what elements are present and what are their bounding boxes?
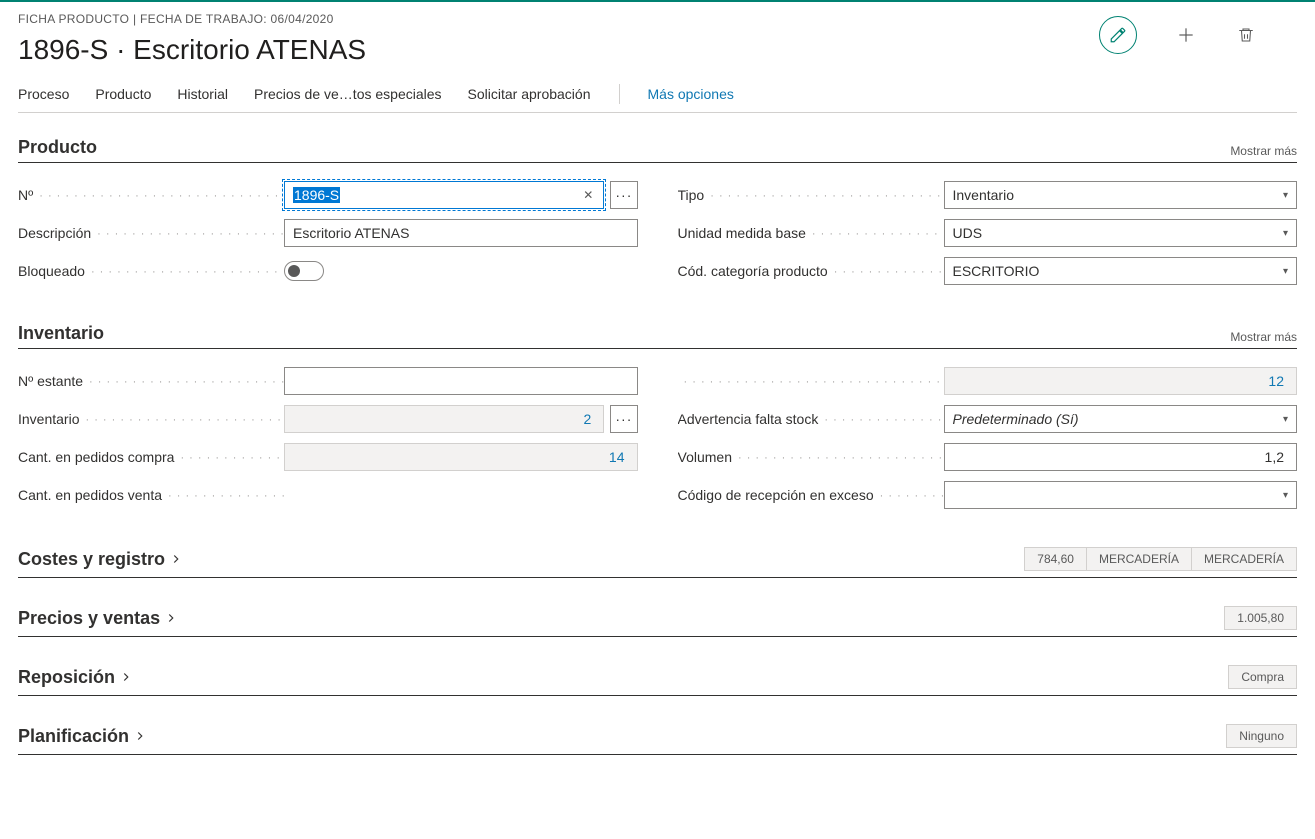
select-um-base[interactable]: UDS ▾: [944, 219, 1298, 247]
chevron-right-icon: [133, 729, 147, 743]
chevron-down-icon: ▾: [1283, 190, 1288, 201]
select-tipo[interactable]: Inventario ▾: [944, 181, 1298, 209]
label-bloqueado: Bloqueado: [18, 263, 284, 279]
readonly-inventario[interactable]: 2: [284, 405, 604, 433]
badge-reposicion-1: Compra: [1228, 665, 1297, 689]
toggle-bloqueado[interactable]: [284, 261, 324, 281]
action-tabs: Proceso Producto Historial Precios de ve…: [18, 84, 1297, 113]
lookup-button-inventario[interactable]: ···: [610, 405, 637, 433]
chevron-down-icon: ▾: [1283, 490, 1288, 501]
label-recepcion-exceso: Código de recepción en exceso: [678, 487, 944, 503]
label-descripcion: Descripción: [18, 225, 284, 241]
plus-icon: [1176, 25, 1196, 45]
label-tipo: Tipo: [678, 187, 944, 203]
tab-producto[interactable]: Producto: [95, 86, 151, 102]
label-pedidos-venta: Cant. en pedidos venta: [18, 487, 284, 503]
badge-costes-2: MERCADERÍA: [1087, 547, 1192, 571]
label-pedidos-compra: Cant. en pedidos compra: [18, 449, 284, 465]
select-advertencia-stock[interactable]: Predeterminado (Sí) ▾: [944, 405, 1298, 433]
section-precios-title[interactable]: Precios y ventas: [18, 608, 178, 629]
readonly-cant-ensamblado[interactable]: 12: [944, 367, 1298, 395]
chevron-down-icon: ▾: [1283, 266, 1288, 277]
select-recepcion-exceso[interactable]: ▾: [944, 481, 1298, 509]
label-um-base: Unidad medida base: [678, 225, 944, 241]
label-volumen: Volumen: [678, 449, 944, 465]
lookup-button-no[interactable]: ···: [610, 181, 637, 209]
chevron-down-icon: ▾: [1283, 228, 1288, 239]
tab-precios[interactable]: Precios de ve…tos especiales: [254, 86, 442, 102]
clear-icon[interactable]: ✕: [583, 188, 593, 202]
delete-button[interactable]: [1235, 24, 1257, 46]
pencil-icon: [1109, 26, 1127, 44]
label-blank: [678, 373, 944, 389]
section-inventario-title[interactable]: Inventario: [18, 323, 104, 344]
label-no: Nº: [18, 187, 284, 203]
page-title: 1896-S · Escritorio ATENAS: [18, 34, 1099, 66]
input-estante[interactable]: [284, 367, 638, 395]
input-descripcion[interactable]: [284, 219, 638, 247]
label-estante: Nº estante: [18, 373, 284, 389]
input-no-value: 1896-S: [293, 187, 340, 203]
section-inventario-more[interactable]: Mostrar más: [1230, 330, 1297, 344]
chevron-right-icon: [164, 611, 178, 625]
section-reposicion-title[interactable]: Reposición: [18, 667, 133, 688]
edit-button[interactable]: [1099, 16, 1137, 54]
badge-planificacion-1: Ninguno: [1226, 724, 1297, 748]
chevron-right-icon: [119, 670, 133, 684]
chevron-right-icon: [169, 552, 183, 566]
label-categoria: Cód. categoría producto: [678, 263, 944, 279]
section-costes-title[interactable]: Costes y registro: [18, 549, 183, 570]
label-inventario: Inventario: [18, 411, 284, 427]
tab-proceso[interactable]: Proceso: [18, 86, 69, 102]
trash-icon: [1237, 26, 1255, 44]
section-planificacion-title[interactable]: Planificación: [18, 726, 147, 747]
badge-costes-3: MERCADERÍA: [1192, 547, 1297, 571]
input-no[interactable]: 1896-S ✕: [284, 181, 604, 209]
section-producto-more[interactable]: Mostrar más: [1230, 144, 1297, 158]
label-advertencia-stock: Advertencia falta stock: [678, 411, 944, 427]
new-button[interactable]: [1175, 24, 1197, 46]
badge-precios-1: 1.005,80: [1224, 606, 1297, 630]
breadcrumb: FICHA PRODUCTO | FECHA DE TRABAJO: 06/04…: [18, 12, 1099, 26]
tab-historial[interactable]: Historial: [177, 86, 228, 102]
badge-costes-1: 784,60: [1024, 547, 1087, 571]
section-producto-title[interactable]: Producto: [18, 137, 97, 158]
readonly-pedidos-compra[interactable]: 14: [284, 443, 638, 471]
select-categoria[interactable]: ESCRITORIO ▾: [944, 257, 1298, 285]
tab-solicitar[interactable]: Solicitar aprobación: [468, 86, 591, 102]
tab-mas-opciones[interactable]: Más opciones: [648, 86, 734, 102]
input-volumen[interactable]: [944, 443, 1298, 471]
chevron-down-icon: ▾: [1283, 414, 1288, 425]
